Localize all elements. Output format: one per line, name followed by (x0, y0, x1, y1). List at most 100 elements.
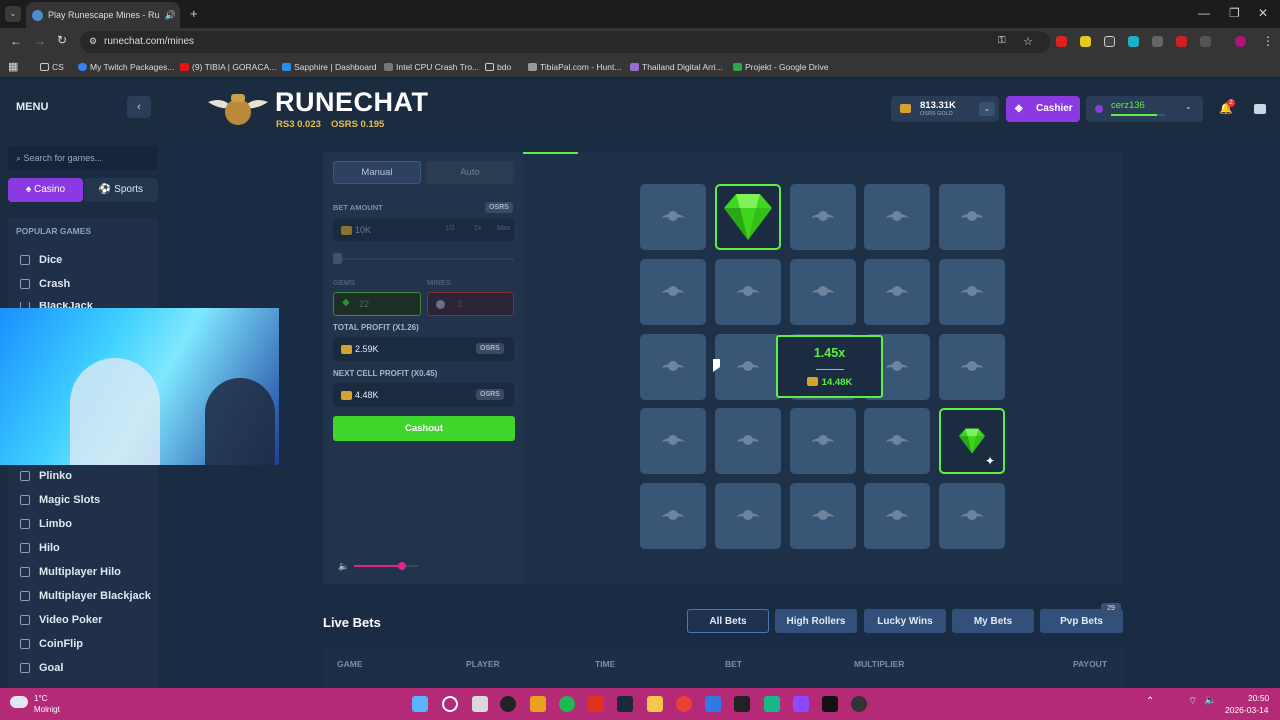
password-key-icon[interactable]: ⚿ (998, 35, 1006, 46)
sidebar-item-limbo[interactable]: Limbo (20, 518, 72, 530)
clock-date[interactable]: 2026-03-14 (1225, 705, 1268, 715)
sidebar-item-video-poker[interactable]: Video Poker (20, 614, 102, 626)
hidden-tile[interactable] (939, 258, 1005, 325)
hidden-tile[interactable] (789, 408, 856, 475)
task-view-icon[interactable] (472, 696, 488, 712)
speaker-icon[interactable]: 🔈 (1204, 695, 1216, 706)
app-icon[interactable] (734, 696, 750, 712)
half-bet-button[interactable]: 1/2 (445, 225, 455, 232)
sidebar-item-plinko[interactable]: Plinko (20, 470, 72, 482)
browser-menu-icon[interactable]: ⋮ (1262, 34, 1274, 48)
restore-icon[interactable]: ❐ (1229, 6, 1240, 20)
sidebar-item-multiplayer-blackjack[interactable]: Multiplayer Blackjack (20, 590, 151, 602)
weather-icon[interactable] (10, 696, 28, 708)
new-tab-button[interactable]: + (190, 6, 198, 21)
app-icon[interactable] (764, 696, 780, 712)
tab-menu-button[interactable]: ⌄ (5, 6, 21, 22)
sidebar-item-goal[interactable]: Goal (20, 662, 63, 674)
app-icon[interactable] (851, 696, 867, 712)
file-explorer-icon[interactable] (647, 696, 663, 712)
hidden-tile[interactable] (714, 483, 781, 549)
browser-tab[interactable]: Play Runescape Mines - Ru 🔊 ✕ (26, 2, 180, 28)
cashier-button[interactable]: ◈ Cashier (1006, 96, 1080, 122)
forward-icon[interactable]: → (34, 34, 46, 48)
hidden-tile[interactable] (640, 408, 706, 475)
hidden-tile[interactable] (939, 483, 1005, 549)
tab-auto[interactable]: Auto (426, 161, 514, 184)
tab-manual[interactable]: Manual (333, 161, 421, 184)
adblock-icon[interactable] (1176, 36, 1187, 47)
sidebar-item-hilo[interactable]: Hilo (20, 542, 60, 554)
bookmark-thailand[interactable]: Thailand Digital Arri... (630, 62, 723, 72)
weather-temp[interactable]: 1°C (34, 694, 47, 703)
hidden-tile[interactable] (939, 333, 1005, 400)
bet-amount-input[interactable]: 10K 1/2 2x Max (333, 219, 514, 241)
chrome-icon[interactable] (676, 696, 692, 712)
tab-all-bets[interactable]: All Bets (687, 609, 769, 633)
app-icon[interactable] (822, 696, 838, 712)
extension-icon[interactable] (1128, 36, 1139, 47)
bookmark-intel[interactable]: Intel CPU Crash Tro... (384, 62, 479, 72)
windows-start-icon[interactable] (412, 696, 428, 712)
extension-icon[interactable] (1080, 36, 1091, 47)
brand-name[interactable]: RUNECHAT (275, 87, 429, 118)
spotify-icon[interactable] (559, 696, 575, 712)
bookmark-google-drive[interactable]: Projekt - Google Drive (733, 62, 829, 72)
hidden-tile[interactable] (640, 483, 706, 549)
hidden-tile[interactable] (640, 258, 706, 325)
url-bar[interactable]: ⚙ runechat.com/mines ☆ ⚿ (80, 31, 1050, 53)
tab-high-rollers[interactable]: High Rollers (775, 609, 857, 633)
double-bet-button[interactable]: 2x (474, 225, 481, 232)
app-icon[interactable] (705, 696, 721, 712)
hidden-tile[interactable] (864, 408, 931, 475)
bookmark-bdo[interactable]: bdo (485, 62, 511, 72)
revealed-gem-tile[interactable] (714, 184, 781, 250)
steam-icon[interactable] (617, 696, 633, 712)
bet-slider-handle[interactable] (333, 253, 342, 264)
logo-icon[interactable] (206, 88, 270, 128)
extension-icon[interactable] (1152, 36, 1163, 47)
mines-input[interactable]: 3 (427, 292, 514, 316)
volume-slider[interactable] (354, 562, 418, 570)
site-info-icon[interactable]: ⚙ (89, 36, 97, 47)
back-icon[interactable]: ← (10, 34, 22, 48)
sidebar-item-dice[interactable]: Dice (20, 254, 62, 266)
extensions-puzzle-icon[interactable] (1200, 36, 1211, 47)
hidden-tile[interactable] (789, 258, 856, 325)
app-icon[interactable] (500, 696, 516, 712)
weather-desc[interactable]: Molnigt (34, 705, 60, 714)
tab-lucky-wins[interactable]: Lucky Wins (864, 609, 946, 633)
gems-input[interactable]: ◆ 22 (333, 292, 421, 316)
bookmark-tibia-youtube[interactable]: (9) TIBIA | GORACA... (180, 62, 276, 72)
hidden-tile[interactable] (640, 184, 706, 250)
tab-my-bets[interactable]: My Bets (952, 609, 1034, 633)
chat-toggle-icon[interactable] (1254, 104, 1266, 114)
hidden-tile[interactable] (939, 184, 1005, 250)
hidden-tile[interactable] (714, 258, 781, 325)
bookmark-cs[interactable]: CS (40, 62, 64, 72)
apps-grid-icon[interactable]: ▦ (8, 60, 18, 73)
cashout-button[interactable]: Cashout (333, 416, 515, 441)
sidebar-item-multiplayer-hilo[interactable]: Multiplayer Hilo (20, 566, 121, 578)
extension-icon[interactable] (1104, 36, 1115, 47)
sports-tab[interactable]: ⚽ Sports (84, 178, 158, 202)
hidden-tile[interactable] (864, 483, 931, 549)
app-icon[interactable] (793, 696, 809, 712)
hidden-tile[interactable] (789, 483, 856, 549)
hidden-tile[interactable] (864, 184, 931, 250)
user-menu[interactable]: cerz136 ⌄ (1086, 96, 1203, 122)
balance-selector[interactable]: 813.31K OSRS GOLD ⌄ (891, 96, 999, 122)
minimize-icon[interactable]: — (1198, 6, 1210, 20)
game-search-input[interactable]: ⌕ Search for games... (8, 146, 158, 170)
tray-chevron-icon[interactable]: ⌃ (1146, 696, 1154, 707)
sidebar-item-coinflip[interactable]: CoinFlip (20, 638, 83, 650)
volume-icon[interactable]: 🔈 (338, 561, 349, 572)
casino-tab[interactable]: ♠ Casino (8, 178, 83, 202)
revealed-gem-tile[interactable]: ✦ (939, 408, 1005, 475)
extension-icon[interactable] (1056, 36, 1067, 47)
sidebar-item-magic-slots[interactable]: Magic Slots (20, 494, 100, 506)
app-icon[interactable] (530, 696, 546, 712)
hidden-tile[interactable] (864, 258, 931, 325)
profile-avatar-icon[interactable] (1235, 36, 1246, 47)
bet-slider[interactable] (333, 258, 514, 260)
